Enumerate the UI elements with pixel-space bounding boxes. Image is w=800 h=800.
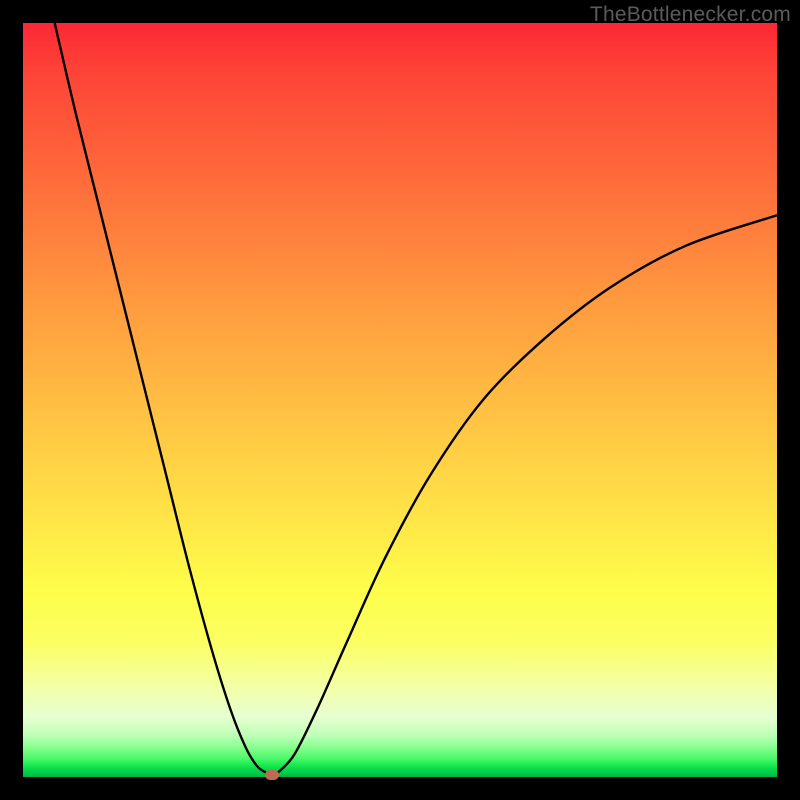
plot-area bbox=[23, 23, 777, 777]
watermark-text: TheBottlenecker.com bbox=[590, 3, 791, 27]
chart-frame: TheBottlenecker.com bbox=[0, 0, 800, 800]
optimal-point-marker bbox=[265, 770, 279, 780]
